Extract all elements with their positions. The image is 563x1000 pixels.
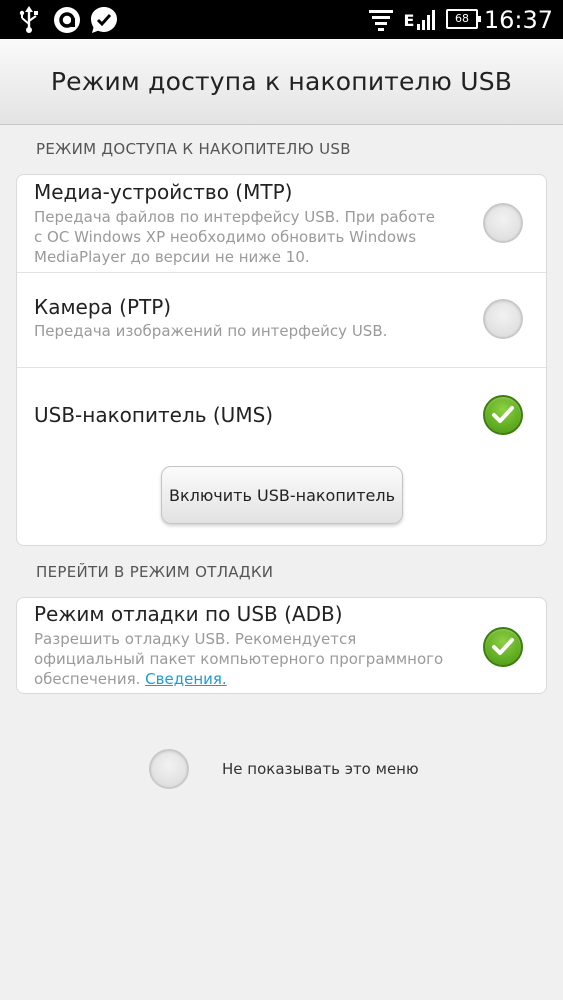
details-link[interactable]: Сведения. [145,670,227,688]
network-type-label: E [403,10,415,30]
option-mtp[interactable]: Медиа-устройство (MTP) Передача файлов п… [17,175,546,272]
app-notification-icon [52,4,82,36]
option-adb-title: Режим отладки по USB (ADB) [34,602,343,626]
data-sync-icon [366,4,396,36]
option-adb-description: Разрешить отладку USB. Рекомендуется офи… [34,629,454,689]
page-title: Режим доступа к накопителю USB [50,67,513,96]
status-bar: E 68 16:37 [0,0,563,39]
clock: 16:37 [483,6,553,34]
checkmark-icon [492,638,514,655]
ums-checkbox[interactable] [483,395,523,435]
option-ptp[interactable]: Камера (PTP) Передача изображений по инт… [17,273,546,367]
ptp-checkbox[interactable] [483,299,523,339]
usb-icon [16,4,42,36]
checkmark-notification-icon [89,4,119,36]
battery-level: 68 [455,12,469,25]
title-bar: Режим доступа к накопителю USB [0,39,563,125]
adb-checkbox[interactable] [483,627,523,667]
option-mtp-title: Медиа-устройство (MTP) [34,180,293,204]
section-header-usb-mode: РЕЖИМ ДОСТУПА К НАКОПИТЕЛЮ USB [36,140,351,158]
debug-card: Режим отладки по USB (ADB) Разрешить отл… [16,597,547,694]
option-ptp-title: Камера (PTP) [34,295,172,319]
option-adb-description-text: Разрешить отладку USB. Рекомендуется офи… [34,630,444,688]
dont-show-label[interactable]: Не показывать это меню [222,760,419,778]
enable-usb-storage-button[interactable]: Включить USB-накопитель [161,466,403,524]
option-ums-title: USB-накопитель (UMS) [34,403,274,427]
dont-show-checkbox[interactable] [149,749,189,789]
mtp-checkbox[interactable] [483,203,523,243]
section-header-debug: ПЕРЕЙТИ В РЕЖИМ ОТЛАДКИ [36,563,274,581]
option-mtp-description: Передача файлов по интерфейсу USB. При р… [34,208,436,266]
usb-mode-card: Медиа-устройство (MTP) Передача файлов п… [16,174,547,546]
battery-icon: 68 [446,9,481,29]
option-adb[interactable]: Режим отладки по USB (ADB) Разрешить отл… [17,598,546,693]
signal-bars-icon: E [400,4,442,36]
checkmark-icon [492,406,514,423]
option-ptp-description: Передача изображений по интерфейсу USB. [34,322,388,340]
